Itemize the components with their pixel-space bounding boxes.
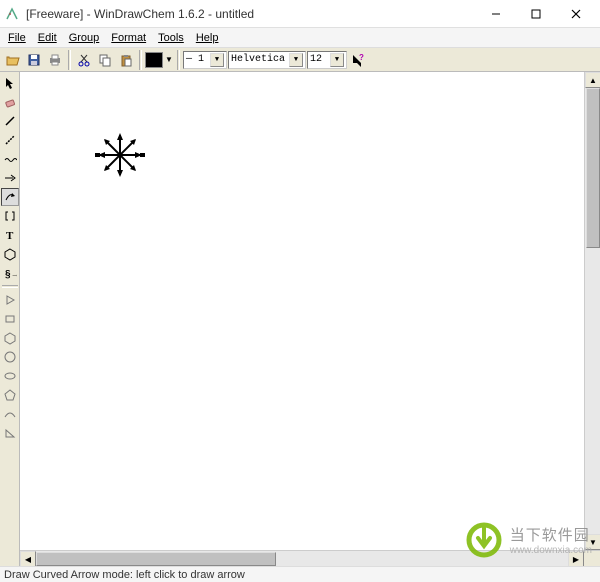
menubar: File Edit Group Format Tools Help	[0, 28, 600, 48]
curved-arrow-tool[interactable]	[1, 188, 19, 206]
font-size-combo[interactable]: 12▼	[307, 51, 347, 69]
watermark-url: www.downxia.com	[510, 545, 592, 556]
open-button[interactable]	[3, 50, 23, 70]
wavy-line-tool[interactable]	[1, 150, 19, 168]
side-separator	[2, 285, 18, 288]
scroll-thumb-h[interactable]	[36, 552, 276, 566]
statusbar: Draw Curved Arrow mode: left click to dr…	[0, 566, 600, 582]
canvas[interactable]	[20, 72, 584, 550]
ellipse-tool[interactable]	[1, 367, 19, 385]
rect-tool[interactable]	[1, 310, 19, 328]
minimize-button[interactable]	[476, 0, 516, 28]
bracket-tool[interactable]	[1, 207, 19, 225]
hexagon-tool[interactable]	[1, 329, 19, 347]
menu-edit[interactable]: Edit	[32, 30, 63, 46]
erase-tool[interactable]	[1, 93, 19, 111]
angle-tool[interactable]	[1, 424, 19, 442]
scroll-left-button[interactable]: ◀	[20, 551, 36, 567]
symbol-tool[interactable]: §→	[1, 264, 19, 282]
circle-tool[interactable]	[1, 348, 19, 366]
line-width-combo[interactable]: — 1▼	[183, 51, 227, 69]
color-dropdown[interactable]: ▼	[164, 52, 174, 68]
side-tool-palette: T §→	[0, 72, 20, 566]
context-help-button[interactable]: ?	[348, 50, 368, 70]
toolbar-separator	[177, 50, 180, 70]
main-area: T §→	[0, 72, 600, 566]
watermark-logo-icon	[464, 520, 504, 560]
pentagon-tool[interactable]	[1, 386, 19, 404]
maximize-button[interactable]	[516, 0, 556, 28]
status-text: Draw Curved Arrow mode: left click to dr…	[4, 569, 245, 581]
curve-tool[interactable]	[1, 405, 19, 423]
line-tool[interactable]	[1, 112, 19, 130]
vertical-scrollbar[interactable]: ▲ ▼	[584, 72, 600, 550]
play-tool[interactable]	[1, 291, 19, 309]
window-controls	[476, 0, 596, 28]
text-tool[interactable]: T	[1, 226, 19, 244]
toolbar-separator	[68, 50, 71, 70]
menu-help[interactable]: Help	[190, 30, 225, 46]
window-title: [Freeware] - WinDrawChem 1.6.2 - untitle…	[26, 7, 476, 21]
svg-text:?: ?	[359, 53, 364, 62]
close-button[interactable]	[556, 0, 596, 28]
toolbar: ▼ — 1▼ Helvetica▼ 12▼ ?	[0, 48, 600, 72]
ring-tool[interactable]	[1, 245, 19, 263]
menu-file[interactable]: File	[2, 30, 32, 46]
titlebar: [Freeware] - WinDrawChem 1.6.2 - untitle…	[0, 0, 600, 28]
watermark: 当下软件园 www.downxia.com	[464, 520, 592, 560]
select-tool[interactable]	[1, 74, 19, 92]
scroll-up-button[interactable]: ▲	[585, 72, 600, 88]
svg-text:T: T	[6, 230, 14, 242]
drawn-asterisk-shape[interactable]	[95, 130, 145, 180]
menu-group[interactable]: Group	[63, 30, 106, 46]
toolbar-separator	[139, 50, 142, 70]
svg-text:§→: §→	[5, 269, 17, 280]
scroll-track[interactable]	[585, 248, 600, 534]
arrow-tool[interactable]	[1, 169, 19, 187]
print-button[interactable]	[45, 50, 65, 70]
color-swatch[interactable]	[145, 52, 163, 68]
dashed-line-tool[interactable]	[1, 131, 19, 149]
copy-button[interactable]	[95, 50, 115, 70]
menu-format[interactable]: Format	[105, 30, 152, 46]
font-name-combo[interactable]: Helvetica▼	[228, 51, 306, 69]
watermark-title: 当下软件园	[510, 524, 592, 545]
paste-button[interactable]	[116, 50, 136, 70]
save-button[interactable]	[24, 50, 44, 70]
cut-button[interactable]	[74, 50, 94, 70]
app-icon	[4, 6, 20, 22]
menu-tools[interactable]: Tools	[152, 30, 190, 46]
scroll-thumb[interactable]	[586, 88, 600, 248]
